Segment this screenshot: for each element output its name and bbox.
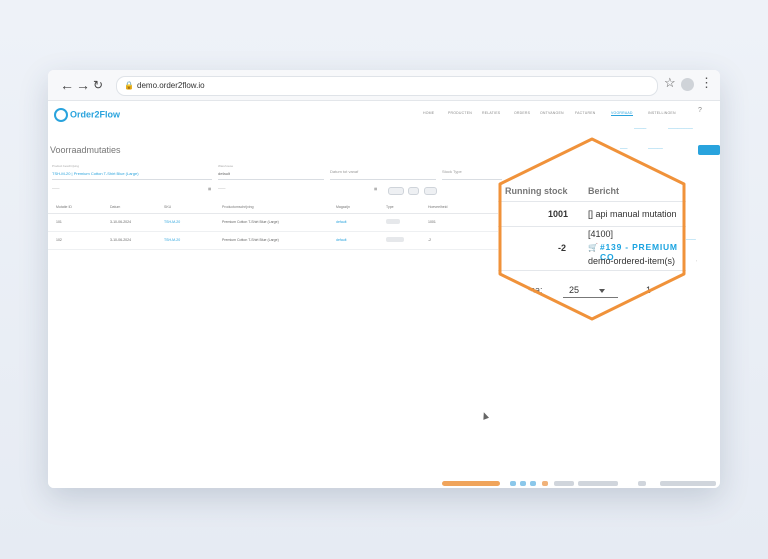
cell-date: 3-10-06-2024	[110, 220, 132, 224]
menu-orders[interactable]: ORDERS	[514, 111, 530, 115]
search-label-left: ───	[52, 187, 60, 191]
header-warehouse: Magazijn	[336, 205, 351, 209]
header-sku: SKU	[164, 205, 172, 209]
menu-ontvangen[interactable]: ONTVANGEN	[540, 111, 564, 115]
cell-id: 101	[56, 220, 62, 224]
zoom-magnifier: Running stock Bericht 1001 [] api manual…	[498, 137, 686, 321]
header-qty: Hoeveelheid	[428, 205, 448, 209]
footer-badge[interactable]	[442, 481, 500, 486]
product-filter[interactable]: Product beschrijving TSH-M-20 | Premium …	[52, 164, 212, 180]
menu-relaties[interactable]: RELATIES	[482, 111, 500, 115]
calendar-icon[interactable]: ▦	[208, 187, 211, 195]
footer-bar	[48, 480, 720, 488]
date-filter[interactable]: Datum tot vanaf	[330, 165, 436, 180]
back-icon[interactable]: ←	[60, 76, 74, 94]
date-filter-label: Datum tot vanaf	[330, 169, 359, 174]
bookmark-star-icon[interactable]: ☆	[664, 75, 676, 91]
forward-icon[interactable]: →	[76, 76, 90, 94]
logo-icon	[54, 108, 68, 122]
browser-toolbar: ← → ↻ 🔒 demo.order2flow.io ☆ ⋮	[48, 70, 720, 101]
pill-toggle-1[interactable]	[388, 187, 404, 195]
search-label-mid: ───	[218, 187, 226, 191]
cell-sku[interactable]: TSH-M-20	[164, 238, 180, 242]
footer-icon-4[interactable]	[542, 481, 548, 486]
cell-desc: Premium Cotton T-Shirt Blue (Large)	[222, 220, 279, 224]
profile-avatar[interactable]	[681, 78, 694, 91]
menu-producten[interactable]: PRODUCTEN	[448, 111, 472, 115]
type-chip	[386, 237, 404, 242]
pager-next-icon[interactable]: ›	[696, 259, 697, 263]
help-icon[interactable]: ?	[698, 107, 702, 114]
header-desc: Productomschrijving	[222, 205, 254, 209]
table-row[interactable]: 101 3-10-06-2024 TSH-M-20 Premium Cotton…	[48, 213, 568, 232]
lock-icon: 🔒	[124, 81, 134, 90]
cell-warehouse[interactable]: default	[336, 238, 347, 242]
primary-action-button[interactable]	[698, 145, 720, 155]
browser-menu-icon[interactable]: ⋮	[700, 75, 713, 91]
footer-text-1	[554, 481, 574, 486]
product-filter-value: TSH-M-20 | Premium Cotton T-Shirt Blue (…	[52, 171, 139, 176]
header-type: Type	[386, 205, 394, 209]
warehouse-filter[interactable]: Warehouse default	[218, 164, 324, 180]
footer-text-3	[660, 481, 716, 486]
header-id: Mutatie ID	[56, 205, 72, 209]
cell-sku[interactable]: TSH-M-20	[164, 220, 180, 224]
type-chip	[386, 219, 400, 224]
menu-home[interactable]: HOME	[423, 111, 434, 115]
pill-toggle-3[interactable]	[424, 187, 437, 195]
footer-icon-2[interactable]	[520, 481, 526, 486]
stock-type-label: Stock Type	[442, 169, 462, 174]
address-bar[interactable]: 🔒 demo.order2flow.io	[116, 76, 658, 96]
footer-icon-5[interactable]	[638, 481, 646, 486]
table-row[interactable]: 102 3-10-06-2024 TSH-M-20 Premium Cotton…	[48, 231, 568, 250]
submenu-link-2[interactable]: ──────────	[668, 127, 693, 131]
product-filter-label: Product beschrijving	[52, 164, 80, 168]
cell-warehouse[interactable]: default	[336, 220, 347, 224]
warehouse-filter-value: default	[218, 171, 231, 176]
stock-type-filter[interactable]: Stock Type	[442, 165, 502, 180]
reload-icon[interactable]: ↻	[93, 76, 103, 94]
magnifier-border	[498, 137, 686, 321]
footer-icon-3[interactable]	[530, 481, 536, 486]
mouse-cursor-icon	[480, 411, 490, 420]
menu-instellingen[interactable]: INSTELLINGEN	[648, 111, 676, 115]
warehouse-filter-label: Warehouse	[218, 164, 234, 168]
footer-icon-1[interactable]	[510, 481, 516, 486]
header-date: Datum	[110, 205, 121, 209]
address-url: demo.order2flow.io	[137, 81, 205, 90]
cell-qty: -2	[428, 238, 432, 242]
cell-id: 102	[56, 238, 62, 242]
logo-text: Order2Flow	[70, 109, 121, 120]
pill-toggle-2[interactable]	[408, 187, 419, 195]
menu-voorraad[interactable]: VOORRAAD	[611, 111, 633, 116]
cell-qty: 1001	[428, 220, 436, 224]
cell-date: 3-10-06-2024	[110, 238, 132, 242]
page-title: Voorraadmutaties	[50, 145, 121, 155]
calendar-icon-2[interactable]: ▦	[374, 187, 377, 195]
cell-desc: Premium Cotton T-Shirt Blue (Large)	[222, 238, 279, 242]
footer-text-2	[578, 481, 618, 486]
app-logo[interactable]: Order2Flow	[54, 108, 120, 122]
menu-facturen[interactable]: FACTUREN	[575, 111, 595, 115]
submenu-link-1[interactable]: ─────	[634, 127, 646, 131]
